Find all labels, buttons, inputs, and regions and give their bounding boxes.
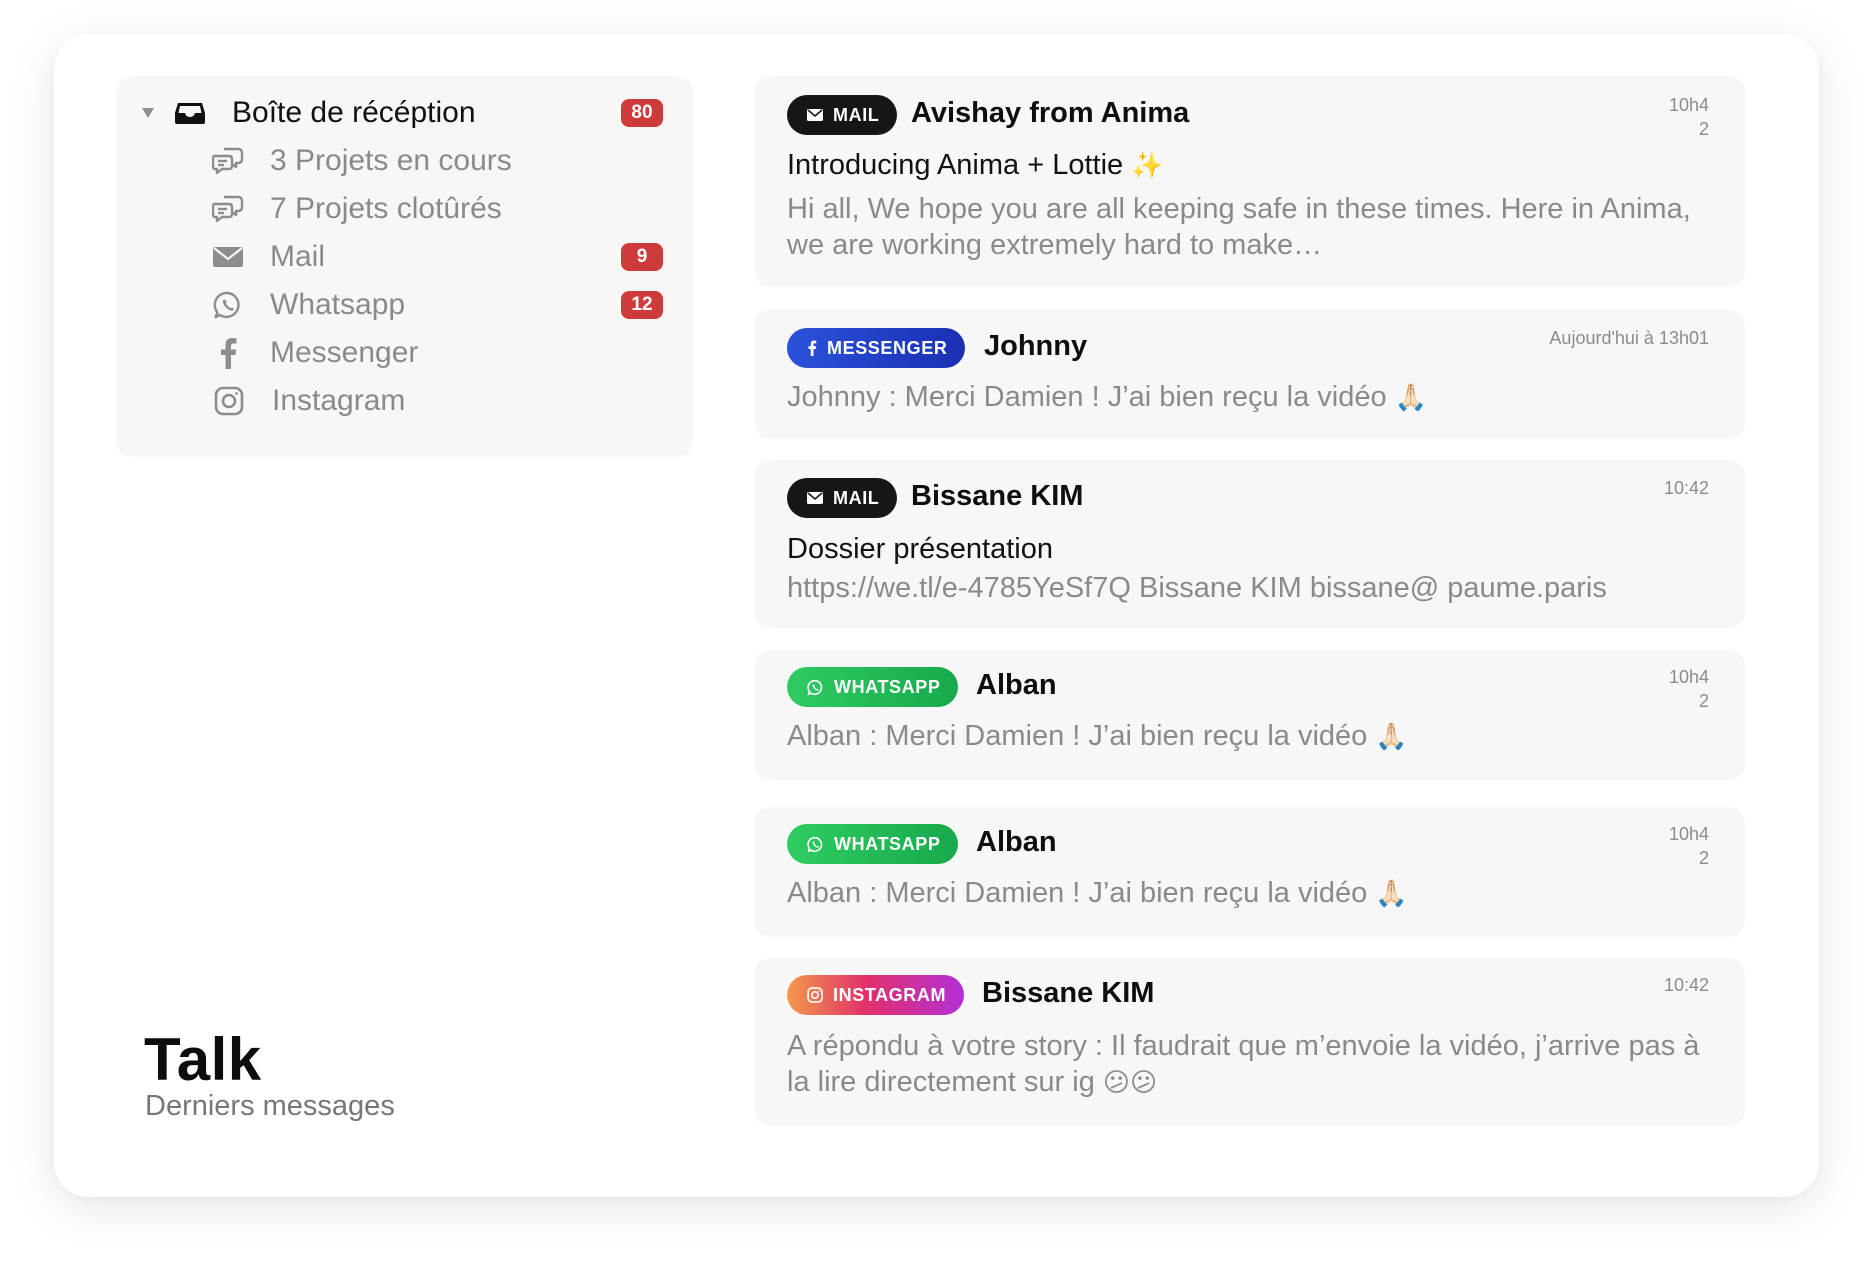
sidebar-item-label: Boîte de récéption <box>232 96 476 129</box>
sidebar-item-label: Mail <box>270 240 326 273</box>
message-time: 10:42 <box>1663 975 1709 995</box>
unread-count-badge: 9 <box>621 243 663 271</box>
preview-text: Johnny : Merci Damien ! J’ai bien reçu l… <box>787 381 1387 413</box>
page-subtitle: Derniers messages <box>145 1090 395 1122</box>
sidebar-item-label: 7 Projets clotûrés <box>270 192 502 225</box>
sidebar-item-whatsapp[interactable]: Whatsapp 12 <box>116 283 693 327</box>
confused-face-icon: 😕😕 <box>1102 1067 1158 1097</box>
whatsapp-icon <box>807 836 824 853</box>
channel-badge-messenger: MESSENGER <box>787 328 966 368</box>
collapse-caret-icon[interactable] <box>142 108 154 118</box>
sidebar: Boîte de récéption 80 3 Projets en cours… <box>116 76 693 457</box>
channel-badge-mail: MAIL <box>787 478 898 518</box>
sidebar-item-projets-en-cours[interactable]: 3 Projets en cours <box>116 139 693 183</box>
message-preview: Hi all, We hope you are all keeping safe… <box>787 193 1691 261</box>
message-preview: https://we.tl/e-4785YeSf7Q Bissane KIM b… <box>787 572 1607 604</box>
message-time: Aujourd'hui à 13h01 <box>1549 328 1709 348</box>
message-preview: A répondu à votre story : Il faudrait qu… <box>787 1028 1711 1100</box>
chat-bubbles-icon <box>211 144 245 178</box>
instagram-icon <box>807 987 823 1003</box>
whatsapp-icon <box>807 679 824 696</box>
sidebar-item-label: 3 Projets en cours <box>270 144 512 177</box>
praying-hands-icon: 🙏🏻 <box>1394 382 1428 412</box>
unread-count-badge: 12 <box>621 291 663 319</box>
sidebar-item-mail[interactable]: Mail 9 <box>116 235 693 279</box>
channel-label: MAIL <box>833 104 880 125</box>
envelope-icon <box>807 109 823 121</box>
channel-badge-whatsapp: WHATSAPP <box>787 824 959 864</box>
message-time: 10h42 <box>1668 95 1709 139</box>
channel-label: INSTAGRAM <box>833 984 947 1005</box>
sidebar-item-label: Messenger <box>270 336 419 369</box>
facebook-icon <box>807 339 817 357</box>
message-preview: Alban : Merci Damien ! J’ai bien reçu la… <box>787 718 1711 754</box>
channel-badge-whatsapp: WHATSAPP <box>787 667 959 707</box>
envelope-icon <box>807 492 823 504</box>
message-preview: Johnny : Merci Damien ! J’ai bien reçu l… <box>787 379 1711 415</box>
sidebar-item-instagram[interactable]: Instagram <box>116 379 693 423</box>
chat-bubbles-icon <box>211 192 245 226</box>
message-card[interactable]: MAIL Bissane KIM 10:42 Dossier présentat… <box>754 460 1745 628</box>
envelope-icon <box>211 240 245 274</box>
channel-badge-mail: MAIL <box>787 95 898 135</box>
inbox-icon <box>173 96 207 130</box>
message-card[interactable]: MAIL Avishay from Anima 10h42 Introducin… <box>754 76 1745 287</box>
sidebar-item-label: Instagram <box>272 384 406 417</box>
sidebar-item-label: Whatsapp <box>270 288 406 321</box>
sparkles-icon: ✨ <box>1131 150 1164 180</box>
message-subject: Dossier présentation <box>787 533 1053 565</box>
channel-label: WHATSAPP <box>834 833 941 854</box>
message-preview: Alban : Merci Damien ! J’ai bien reçu la… <box>787 875 1711 911</box>
channel-label: MESSENGER <box>827 337 948 358</box>
channel-label: MAIL <box>833 487 880 508</box>
preview-text: Alban : Merci Damien ! J’ai bien reçu la… <box>787 720 1368 752</box>
praying-hands-icon: 🙏🏻 <box>1375 878 1408 908</box>
message-card[interactable]: WHATSAPP Alban 10h42 Alban : Merci Damie… <box>754 807 1745 937</box>
sender-name: Johnny <box>984 330 1088 362</box>
message-card[interactable]: INSTAGRAM Bissane KIM 10:42 A répondu à … <box>754 958 1745 1126</box>
message-subject: Introducing Anima + Lottie ✨ <box>787 149 1164 182</box>
channel-badge-instagram: INSTAGRAM <box>787 975 965 1015</box>
preview-text: A répondu à votre story : Il faudrait qu… <box>787 1030 1700 1098</box>
instagram-icon <box>212 384 246 418</box>
message-card[interactable]: MESSENGER Johnny Aujourd'hui à 13h01 Joh… <box>754 309 1745 439</box>
message-card[interactable]: WHATSAPP Alban 10h42 Alban : Merci Damie… <box>754 650 1745 780</box>
sidebar-item-messenger[interactable]: Messenger <box>116 331 693 375</box>
message-time: 10h42 <box>1668 667 1709 711</box>
unread-count-badge: 80 <box>621 99 663 127</box>
sidebar-item-inbox[interactable]: Boîte de récéption 80 <box>116 91 693 135</box>
preview-text: Alban : Merci Damien ! J’ai bien reçu la… <box>787 877 1368 909</box>
praying-hands-icon: 🙏🏻 <box>1375 721 1408 751</box>
sender-name: Avishay from Anima <box>911 97 1190 129</box>
sidebar-item-projets-clotures[interactable]: 7 Projets clotûrés <box>116 187 693 231</box>
page-title: Talk <box>144 1026 262 1093</box>
whatsapp-icon <box>211 288 245 322</box>
channel-label: WHATSAPP <box>834 676 941 697</box>
sender-name: Alban <box>976 669 1057 701</box>
message-time: 10h42 <box>1668 824 1709 868</box>
message-time: 10:42 <box>1663 478 1709 498</box>
facebook-icon <box>211 336 245 370</box>
sender-name: Bissane KIM <box>911 480 1084 512</box>
sender-name: Alban <box>976 826 1057 858</box>
sender-name: Bissane KIM <box>982 977 1155 1009</box>
subject-text: Introducing Anima + Lottie <box>787 149 1124 181</box>
